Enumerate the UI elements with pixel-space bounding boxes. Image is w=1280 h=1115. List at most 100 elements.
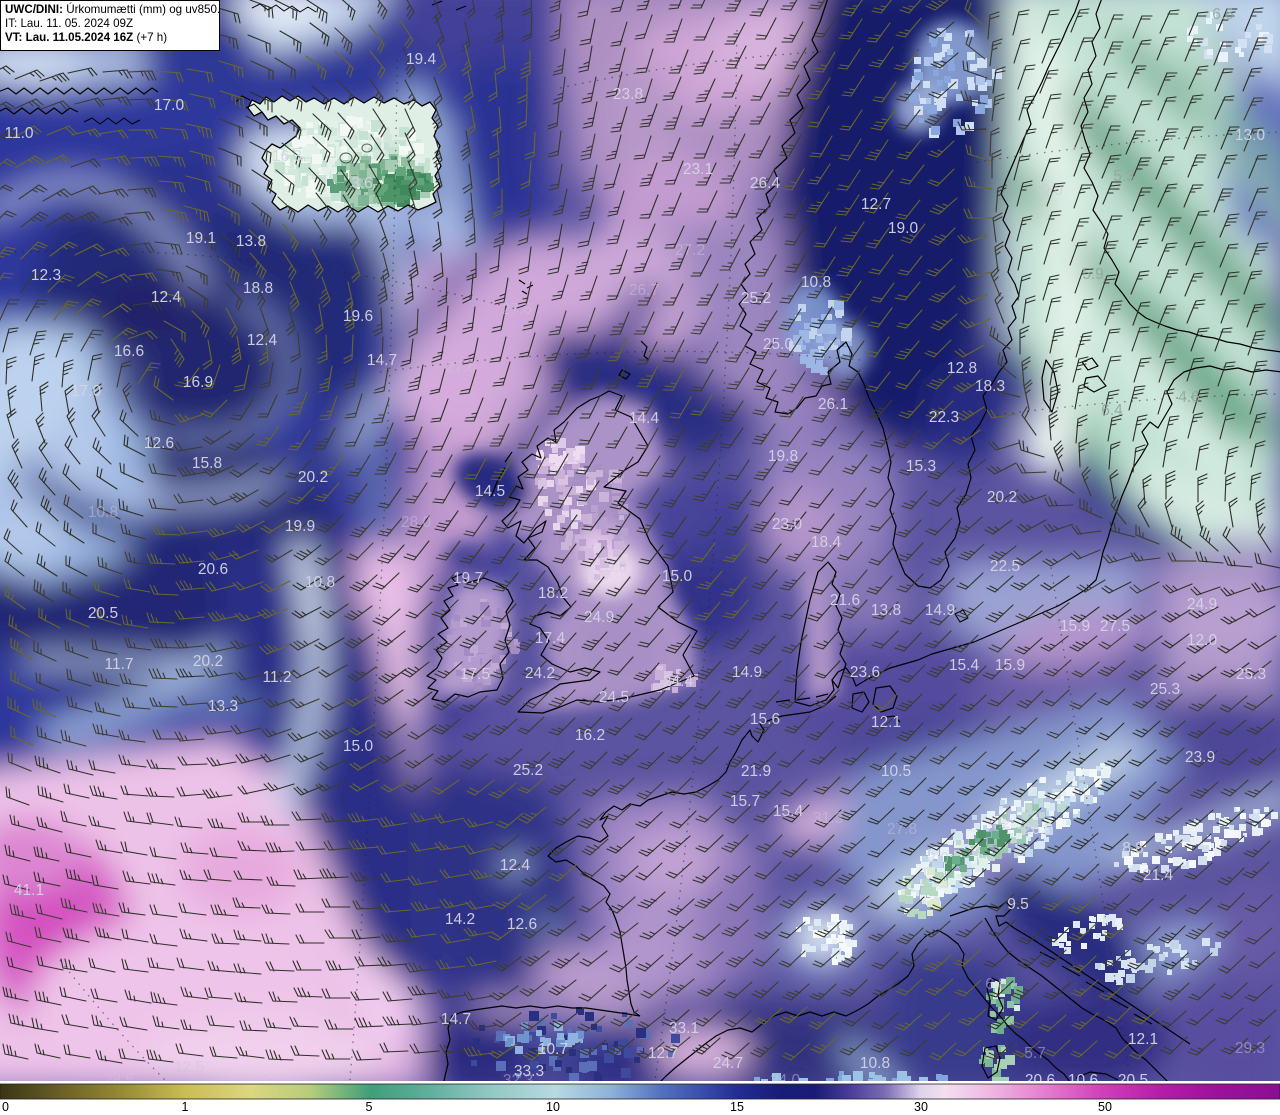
svg-text:21.6: 21.6	[830, 592, 860, 609]
svg-text:24.7: 24.7	[713, 1055, 743, 1072]
svg-text:14.4: 14.4	[629, 410, 660, 427]
svg-text:20.2: 20.2	[193, 653, 223, 670]
svg-text:17.0: 17.0	[154, 97, 185, 114]
svg-text:19.0: 19.0	[888, 220, 919, 237]
svg-text:26.1: 26.1	[818, 396, 848, 413]
svg-text:24.4: 24.4	[663, 673, 694, 690]
svg-text:15.9: 15.9	[1060, 618, 1090, 635]
svg-text:11.7: 11.7	[104, 656, 133, 673]
svg-text:27.5: 27.5	[1100, 618, 1130, 635]
svg-text:24.9: 24.9	[1187, 596, 1217, 613]
svg-text:15.9: 15.9	[995, 657, 1025, 674]
svg-text:4.6: 4.6	[1178, 389, 1200, 406]
svg-text:29.0: 29.0	[597, 559, 628, 576]
svg-text:18.4: 18.4	[811, 534, 842, 551]
svg-text:10.8: 10.8	[88, 504, 118, 521]
svg-text:21.9: 21.9	[741, 763, 771, 780]
svg-text:10.8: 10.8	[305, 574, 335, 591]
svg-text:33.1: 33.1	[669, 1020, 699, 1037]
svg-text:20.6: 20.6	[198, 561, 228, 578]
svg-text:12.7: 12.7	[648, 1045, 678, 1062]
svg-text:14.9: 14.9	[732, 664, 762, 681]
svg-text:10: 10	[546, 1100, 560, 1114]
svg-text:5.9: 5.9	[1082, 266, 1104, 283]
svg-text:IT: Lau. 11. 05. 2024 09Z: IT: Lau. 11. 05. 2024 09Z	[5, 17, 133, 30]
svg-text:3.0: 3.0	[927, 850, 949, 867]
svg-text:12.4: 12.4	[500, 857, 531, 874]
svg-text:25.2: 25.2	[741, 290, 771, 307]
svg-text:6.4: 6.4	[1101, 402, 1123, 419]
svg-text:VT: Lau. 11.05.2024 16Z (+7 h): VT: Lau. 11.05.2024 16Z (+7 h)	[5, 31, 167, 44]
svg-text:15.8: 15.8	[192, 455, 222, 472]
svg-text:23.6: 23.6	[850, 664, 880, 681]
svg-text:13.8: 13.8	[871, 602, 901, 619]
svg-text:17.5: 17.5	[460, 666, 490, 683]
svg-text:8.8: 8.8	[1122, 840, 1144, 857]
svg-text:19.1: 19.1	[186, 230, 216, 247]
svg-text:18.2: 18.2	[538, 585, 568, 602]
svg-text:26.4: 26.4	[750, 175, 781, 192]
svg-text:15.0: 15.0	[343, 738, 374, 755]
svg-text:25.0: 25.0	[763, 336, 794, 353]
svg-text:16.9: 16.9	[183, 374, 213, 391]
svg-text:18.8: 18.8	[243, 280, 273, 297]
svg-text:24.9: 24.9	[584, 609, 614, 626]
svg-text:23.8: 23.8	[613, 86, 643, 103]
svg-text:10.8: 10.8	[860, 1055, 890, 1072]
svg-text:15.4: 15.4	[773, 803, 804, 820]
svg-text:24.5: 24.5	[599, 689, 629, 706]
svg-text:27.6: 27.6	[502, 301, 532, 318]
svg-text:22.3: 22.3	[929, 409, 959, 426]
svg-text:20.2: 20.2	[298, 469, 328, 486]
svg-text:14.7: 14.7	[441, 1011, 471, 1028]
svg-text:12.1: 12.1	[871, 714, 901, 731]
svg-text:16.3: 16.3	[272, 148, 302, 165]
svg-text:12.4: 12.4	[247, 332, 278, 349]
svg-text:6.8: 6.8	[985, 976, 1007, 993]
svg-text:14.5: 14.5	[475, 483, 505, 500]
svg-text:13.3: 13.3	[208, 698, 238, 715]
svg-text:27.6: 27.6	[446, 359, 476, 376]
svg-text:18.3: 18.3	[975, 378, 1005, 395]
svg-text:9.0: 9.0	[1041, 182, 1063, 199]
svg-text:1: 1	[182, 1100, 189, 1114]
svg-text:12.7: 12.7	[861, 196, 891, 213]
svg-text:26.7: 26.7	[629, 282, 659, 299]
svg-text:16.6: 16.6	[114, 343, 144, 360]
svg-text:5: 5	[366, 1100, 373, 1114]
svg-text:5.7: 5.7	[1024, 1045, 1046, 1062]
svg-text:20.2: 20.2	[987, 489, 1017, 506]
svg-text:16.2: 16.2	[575, 727, 605, 744]
svg-text:25.2: 25.2	[513, 762, 543, 779]
svg-text:11.0: 11.0	[4, 125, 33, 142]
svg-text:50: 50	[1098, 1100, 1112, 1114]
svg-text:5.3: 5.3	[1113, 168, 1135, 185]
svg-text:10.5: 10.5	[881, 763, 911, 780]
svg-text:9.5: 9.5	[1007, 896, 1029, 913]
svg-text:3.6: 3.6	[351, 175, 373, 192]
svg-text:12.6: 12.6	[507, 916, 537, 933]
svg-text:15.0: 15.0	[662, 568, 693, 585]
svg-text:UWC/DINI: Úrkomumætti (mm) og: UWC/DINI: Úrkomumætti (mm) og uv850.	[5, 3, 220, 16]
svg-text:29.3: 29.3	[1235, 1040, 1265, 1057]
svg-text:19.6: 19.6	[343, 308, 373, 325]
svg-text:15.4: 15.4	[949, 657, 980, 674]
svg-text:30: 30	[914, 1100, 928, 1114]
svg-text:14.2: 14.2	[445, 911, 475, 928]
svg-text:19.7: 19.7	[453, 570, 483, 587]
svg-text:17.4: 17.4	[535, 630, 566, 647]
svg-text:41.1: 41.1	[14, 882, 44, 899]
svg-text:27.8: 27.8	[887, 821, 917, 838]
svg-text:22.5: 22.5	[990, 558, 1020, 575]
svg-text:21.4: 21.4	[1143, 867, 1174, 884]
svg-text:4.2: 4.2	[989, 815, 1011, 832]
svg-text:25.3: 25.3	[1236, 666, 1266, 683]
svg-text:0: 0	[2, 1100, 9, 1114]
svg-text:12.4: 12.4	[151, 289, 182, 306]
svg-text:12.3: 12.3	[31, 267, 61, 284]
svg-text:6.6: 6.6	[1212, 6, 1234, 23]
svg-text:14.9: 14.9	[925, 602, 955, 619]
svg-text:23.9: 23.9	[1185, 749, 1215, 766]
svg-text:17.0: 17.0	[71, 383, 102, 400]
svg-text:20.5: 20.5	[88, 605, 118, 622]
